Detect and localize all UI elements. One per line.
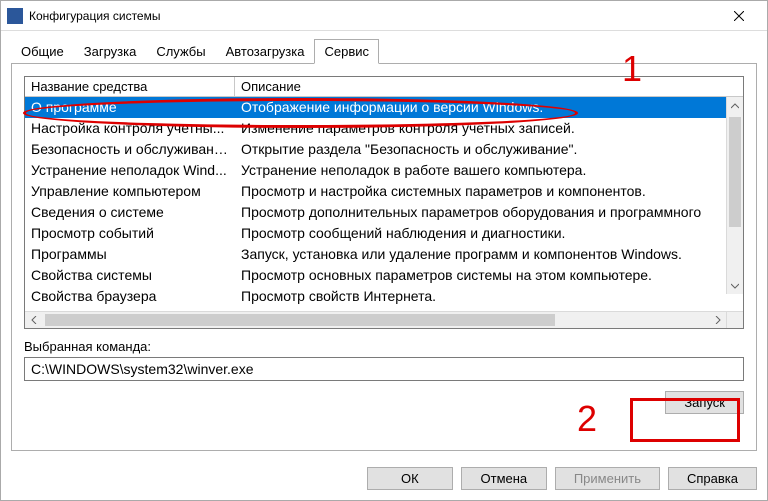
cell-tool: Устранение неполадок Wind...	[25, 160, 235, 181]
cell-tool: Программы	[25, 244, 235, 265]
header-description[interactable]: Описание	[235, 77, 743, 96]
horizontal-scrollbar[interactable]	[25, 311, 743, 328]
cell-desc: Просмотр и настройка системных параметро…	[235, 181, 743, 202]
list-item[interactable]: О программеОтображение информации о верс…	[25, 97, 743, 118]
list-item[interactable]: Управление компьютеромПросмотр и настрой…	[25, 181, 743, 202]
tab-tools[interactable]: Сервис	[314, 39, 379, 64]
content-area: Общие Загрузка Службы Автозагрузка Серви…	[1, 31, 767, 457]
scroll-right-button[interactable]	[709, 312, 726, 328]
list-item[interactable]: Просмотр событийПросмотр сообщений наблю…	[25, 223, 743, 244]
dialog-buttons: ОК Отмена Применить Справка	[1, 457, 767, 500]
column-headers: Название средства Описание	[25, 77, 743, 97]
cell-desc: Отображение информации о версии Windows.	[235, 97, 743, 118]
cancel-button[interactable]: Отмена	[461, 467, 547, 490]
chevron-up-icon	[731, 102, 739, 110]
list-rows: О программеОтображение информации о верс…	[25, 97, 743, 311]
cell-tool: О программе	[25, 97, 235, 118]
cell-desc: Просмотр свойств Интернета.	[235, 286, 743, 307]
tab-startup[interactable]: Автозагрузка	[216, 39, 315, 64]
app-icon	[7, 8, 23, 24]
cell-desc: Устранение неполадок в работе вашего ком…	[235, 160, 743, 181]
cell-tool: Настройка контроля учетны...	[25, 118, 235, 139]
cell-desc: Просмотр сообщений наблюдения и диагност…	[235, 223, 743, 244]
cell-desc: Просмотр дополнительных параметров обору…	[235, 202, 743, 223]
selected-command-label: Выбранная команда:	[24, 339, 744, 354]
cell-desc: Запуск, установка или удаление программ …	[235, 244, 743, 265]
close-icon	[734, 11, 744, 21]
list-item[interactable]: Свойства браузераПросмотр свойств Интерн…	[25, 286, 743, 307]
chevron-left-icon	[30, 316, 38, 324]
scroll-thumb[interactable]	[729, 117, 741, 227]
cell-tool: Свойства системы	[25, 265, 235, 286]
help-button[interactable]: Справка	[668, 467, 757, 490]
cell-tool: Безопасность и обслуживание	[25, 139, 235, 160]
tab-strip: Общие Загрузка Службы Автозагрузка Серви…	[11, 39, 757, 64]
apply-button[interactable]: Применить	[555, 467, 660, 490]
scroll-corner	[726, 312, 743, 328]
close-button[interactable]	[717, 2, 761, 30]
msconfig-window: Конфигурация системы Общие Загрузка Служ…	[0, 0, 768, 501]
list-item[interactable]: ПрограммыЗапуск, установка или удаление …	[25, 244, 743, 265]
cell-tool: Свойства браузера	[25, 286, 235, 307]
list-item[interactable]: Безопасность и обслуживаниеОткрытие разд…	[25, 139, 743, 160]
launch-row: Запуск	[24, 391, 744, 414]
titlebar: Конфигурация системы	[1, 1, 767, 31]
ok-button[interactable]: ОК	[367, 467, 453, 490]
list-item[interactable]: Настройка контроля учетны...Изменение па…	[25, 118, 743, 139]
tools-tab-body: Название средства Описание О программеОт…	[11, 64, 757, 451]
cell-desc: Изменение параметров контроля учетных за…	[235, 118, 743, 139]
header-tool-name[interactable]: Название средства	[25, 77, 235, 96]
chevron-right-icon	[714, 316, 722, 324]
tools-list: Название средства Описание О программеОт…	[24, 76, 744, 329]
tab-boot[interactable]: Загрузка	[74, 39, 147, 64]
window-title: Конфигурация системы	[29, 9, 717, 23]
cell-tool: Сведения о системе	[25, 202, 235, 223]
list-item[interactable]: Устранение неполадок Wind...Устранение н…	[25, 160, 743, 181]
scroll-down-button[interactable]	[727, 277, 743, 294]
scroll-thumb[interactable]	[45, 314, 555, 326]
scroll-up-button[interactable]	[727, 97, 743, 114]
chevron-down-icon	[731, 282, 739, 290]
list-item[interactable]: Сведения о системеПросмотр дополнительны…	[25, 202, 743, 223]
scroll-left-button[interactable]	[25, 312, 42, 328]
cell-tool: Просмотр событий	[25, 223, 235, 244]
selected-command-input[interactable]	[24, 357, 744, 381]
vertical-scrollbar[interactable]	[726, 97, 743, 294]
tab-general[interactable]: Общие	[11, 39, 74, 64]
cell-desc: Просмотр основных параметров системы на …	[235, 265, 743, 286]
list-item[interactable]: Свойства системыПросмотр основных параме…	[25, 265, 743, 286]
tab-services[interactable]: Службы	[146, 39, 215, 64]
launch-button[interactable]: Запуск	[665, 391, 744, 414]
cell-desc: Открытие раздела "Безопасность и обслужи…	[235, 139, 743, 160]
cell-tool: Управление компьютером	[25, 181, 235, 202]
